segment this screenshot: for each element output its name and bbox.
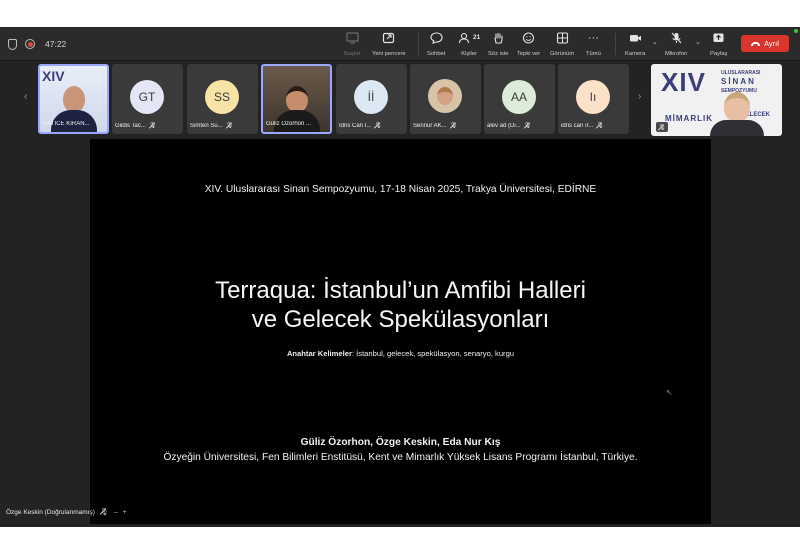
participant-tile[interactable]: Sennur AK... 🎙	[410, 64, 481, 134]
slide-affiliation: Özyeğin Üniversitesi, Fen Bilimleri Enst…	[163, 452, 638, 463]
poster-logo: XIV	[42, 68, 65, 84]
gallery-next-chevron-icon[interactable]: ›	[638, 91, 641, 102]
meeting-timer: 47:22	[45, 39, 67, 49]
slide-conference-line: XIV. Uluslararası Sinan Sempozyumu, 17-1…	[204, 184, 597, 195]
mic-muted-icon: 🎙	[523, 123, 532, 129]
participant-name: idris can ır... 🎙	[561, 122, 604, 130]
mouse-cursor-icon: ↖	[666, 388, 673, 397]
people-button[interactable]: 21 Kişiler	[458, 31, 480, 57]
zoom-out-icon[interactable]: –	[114, 509, 118, 516]
zoom-in-icon[interactable]: +	[123, 509, 127, 516]
meeting-toolbar: 47:22 Başlat Yeni pencere Sohbet 21 Kişi…	[0, 27, 800, 61]
mic-muted-icon: 🎙	[99, 509, 109, 516]
react-button[interactable]: Tepki ver	[517, 31, 540, 57]
grid-icon	[556, 31, 569, 45]
participant-name: Gildis Tac... 🎙	[115, 122, 157, 130]
mic-options-chevron-icon[interactable]: ⌄	[695, 38, 701, 46]
participant-tile[interactable]: SS Simten Su... 🎙	[187, 64, 258, 134]
toolbar-left: 47:22	[8, 27, 66, 61]
new-window-button[interactable]: Yeni pencere	[372, 31, 406, 57]
participant-gallery: ‹ XIV HATİCE KIRAN... GT Gildis Tac... 🎙…	[0, 63, 800, 137]
participant-tile[interactable]: İİ İdris Can I... 🎙	[336, 64, 407, 134]
participant-tile[interactable]: XIV HATİCE KIRAN...	[38, 64, 109, 134]
avatar: Iı	[576, 80, 610, 114]
toolbar-divider	[615, 33, 616, 55]
start-icon	[345, 31, 359, 45]
camera-options-chevron-icon[interactable]: ⌄	[652, 38, 658, 46]
avatar	[428, 79, 462, 113]
emoji-icon	[522, 31, 535, 45]
participant-figure	[710, 92, 764, 136]
gallery-prev-chevron-icon[interactable]: ‹	[24, 91, 27, 102]
raise-hand-button[interactable]: Söz iste	[488, 31, 509, 57]
avatar: İİ	[354, 80, 388, 114]
more-icon: ···	[587, 32, 599, 44]
chat-button[interactable]: Sohbet	[427, 31, 445, 57]
mic-muted-icon: 🎙	[449, 123, 458, 129]
participant-name: Sennur AK... 🎙	[413, 122, 458, 130]
slide-keywords: Anahtar Kelimeler: İstanbul, gelecek, sp…	[286, 349, 515, 358]
shield-icon[interactable]	[8, 38, 17, 50]
recording-icon[interactable]	[25, 39, 35, 49]
leave-button[interactable]: Ayrıl	[741, 35, 789, 52]
start-button[interactable]: Başlat	[344, 31, 360, 57]
avatar: SS	[205, 80, 239, 114]
shared-screen-slide: XIV. Uluslararası Sinan Sempozyumu, 17-1…	[90, 139, 711, 524]
new-window-icon	[382, 31, 395, 45]
chat-icon	[430, 31, 443, 45]
host-video-tile[interactable]: XIV ULUSLARARASI SİNAN SEMPOZYUMU MİMARL…	[651, 64, 782, 136]
slide-title: Terraqua: İstanbul’un Amfibi Halleri ve …	[215, 277, 586, 333]
participant-tile[interactable]: Iı idris can ır... 🎙	[558, 64, 629, 134]
mic-muted-icon: 🎙	[225, 123, 234, 129]
participant-tile[interactable]: AA alev ad (Di... 🎙	[484, 64, 555, 134]
participant-tile[interactable]: Güliz Özorhon ...	[261, 64, 332, 134]
poster-logo: XIV	[661, 67, 706, 97]
active-speaker-label: Özge Keskin (Doğrulanmamış) 🎙 – +	[6, 508, 127, 517]
phone-hangup-icon	[751, 41, 761, 46]
camera-button[interactable]: Kamera	[625, 31, 645, 57]
participant-name: Simten Su... 🎙	[190, 122, 234, 130]
share-button[interactable]: Paylaş	[710, 31, 727, 57]
people-count: 21	[473, 34, 481, 41]
mic-muted-icon: 🎙	[374, 123, 382, 129]
people-icon: 21	[458, 31, 480, 45]
meeting-window: 47:22 Başlat Yeni pencere Sohbet 21 Kişi…	[0, 27, 800, 527]
mic-muted-icon: 🎙	[656, 122, 668, 132]
participant-name: İdris Can I... 🎙	[339, 122, 382, 130]
slide-authors: Güliz Özorhon, Özge Keskin, Eda Nur Kış	[300, 437, 501, 448]
participant-name: HATİCE KIRAN...	[43, 120, 90, 127]
camera-icon	[629, 31, 642, 45]
view-button[interactable]: Görünüm	[550, 31, 574, 57]
avatar: GT	[130, 80, 164, 114]
mic-button[interactable]: Mikrofon	[665, 31, 687, 57]
participant-name: Güliz Özorhon ...	[266, 120, 312, 127]
toolbar-divider	[418, 33, 419, 55]
mic-muted-icon: 🎙	[596, 123, 604, 129]
participant-tile[interactable]: GT Gildis Tac... 🎙	[112, 64, 183, 134]
hand-icon	[492, 31, 505, 45]
more-button[interactable]: ··· Tümü	[586, 31, 601, 57]
avatar: AA	[502, 80, 536, 114]
status-indicator	[794, 29, 798, 33]
participant-name: alev ad (Di... 🎙	[487, 122, 532, 130]
mic-muted-icon	[670, 31, 683, 45]
share-icon	[712, 31, 725, 45]
mic-muted-icon: 🎙	[148, 123, 157, 129]
